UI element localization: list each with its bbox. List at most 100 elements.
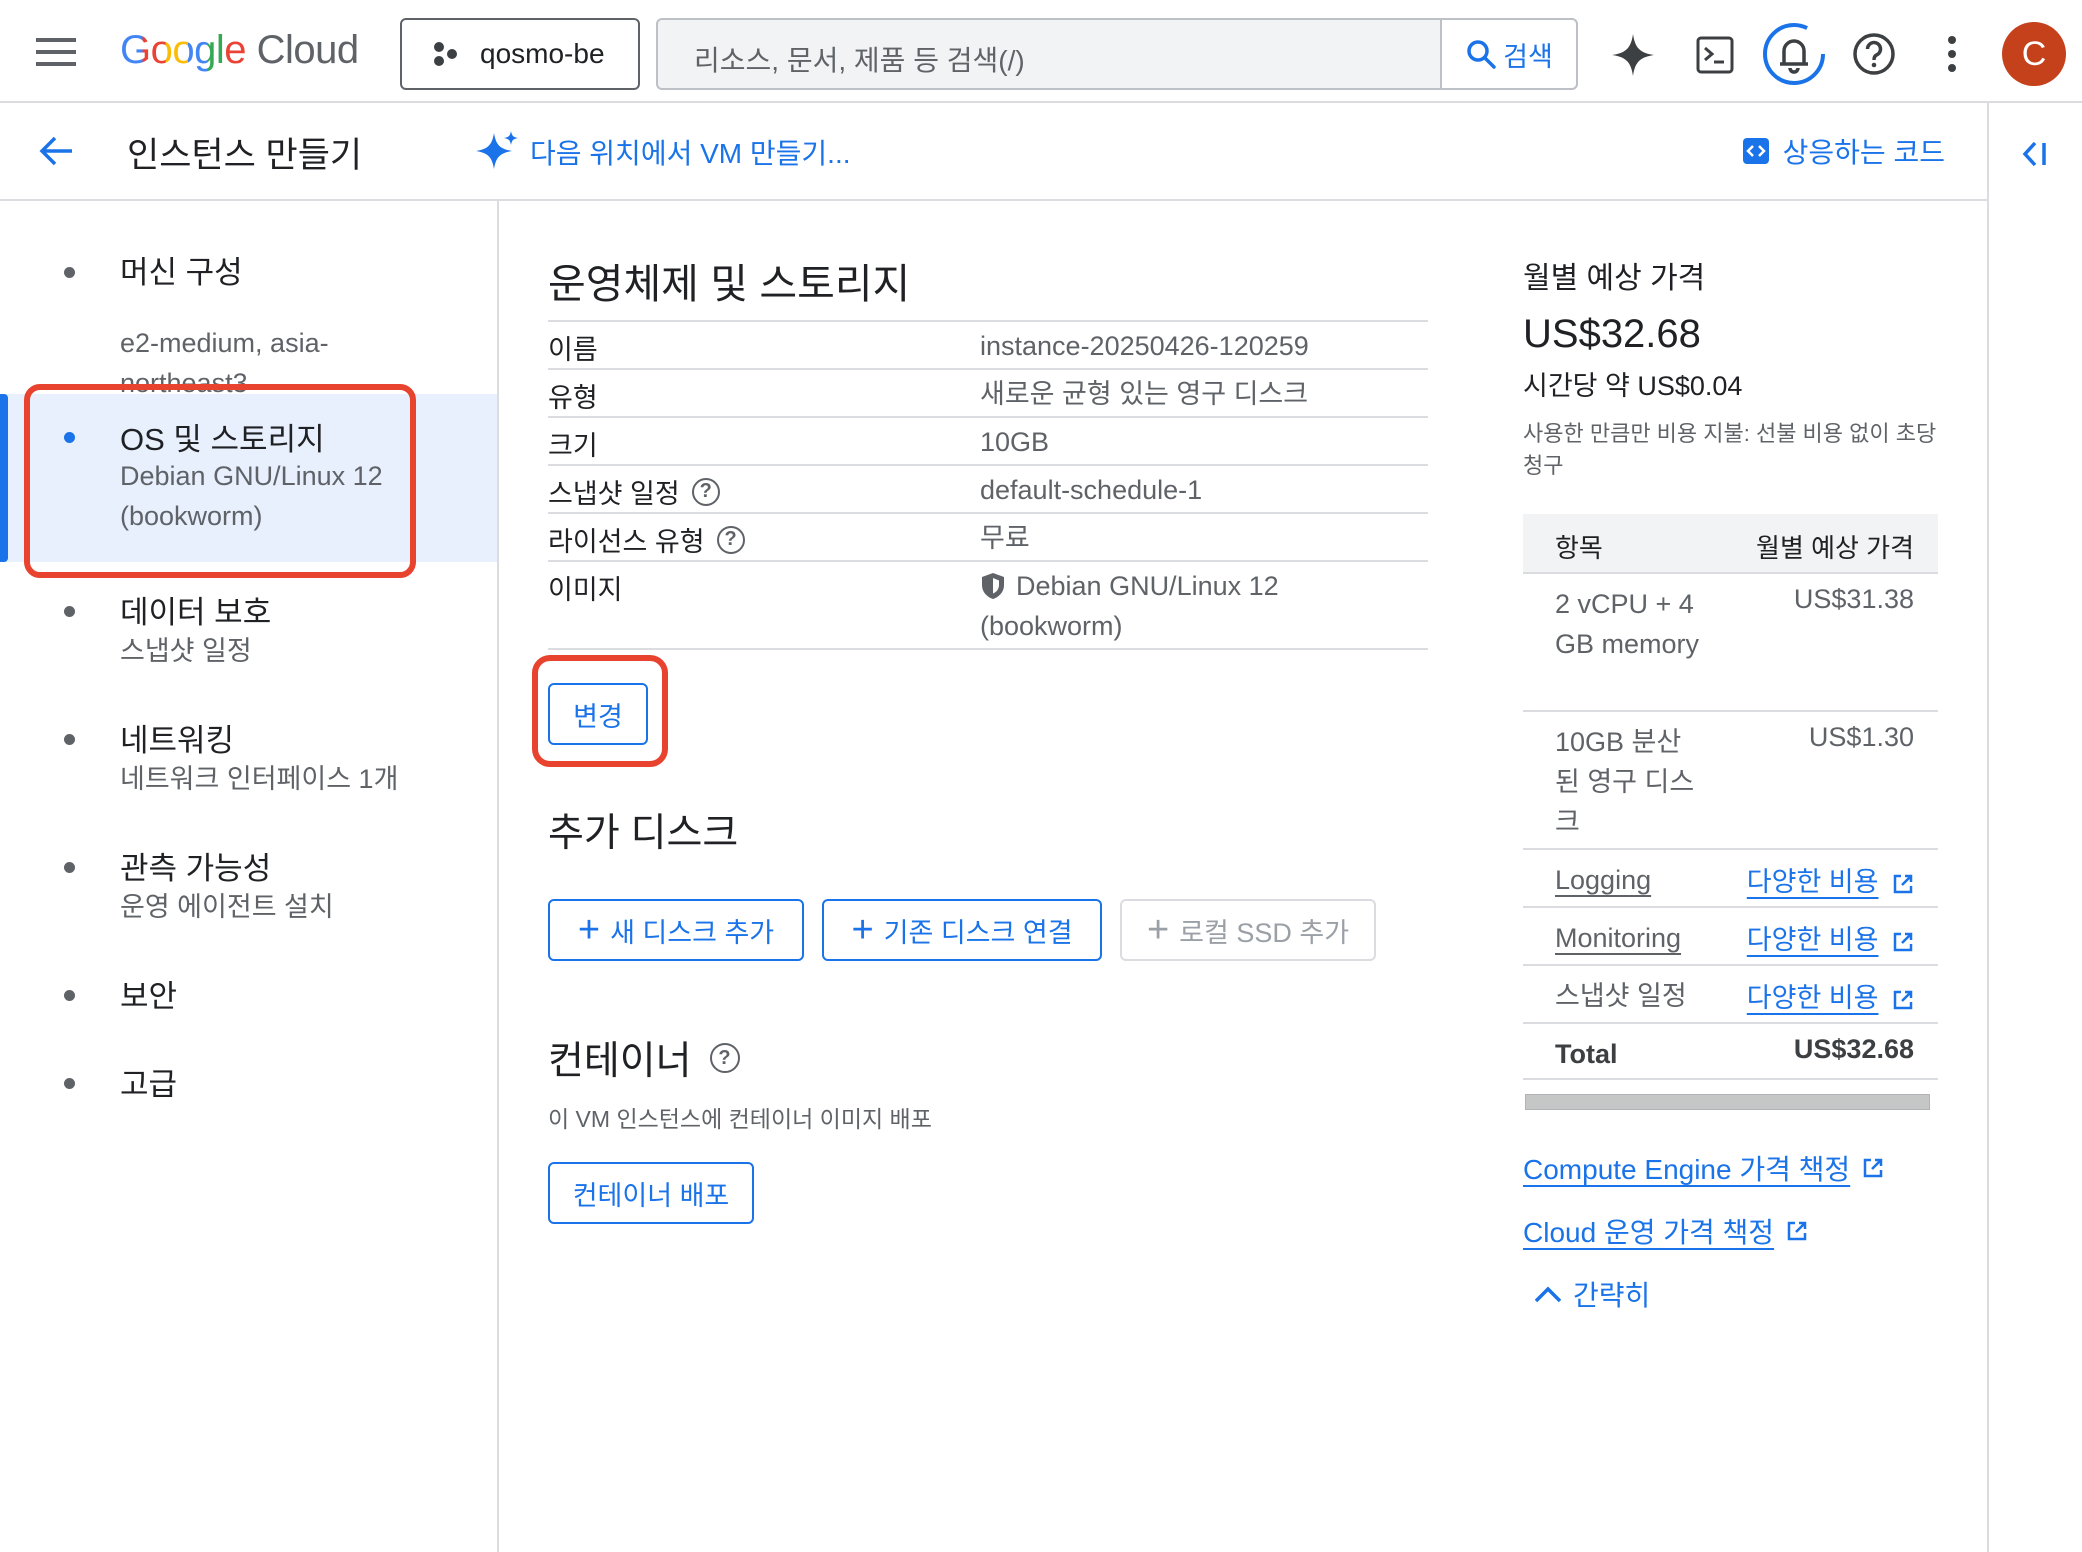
price-value-link[interactable]: 다양한 비용 <box>1747 976 1914 1015</box>
equivalent-code-label: 상응하는 코드 <box>1782 137 1945 168</box>
sparkle-icon <box>474 129 520 175</box>
add-local-ssd-label: 로컬 SSD 추가 <box>1179 917 1350 948</box>
varies-link-label: 다양한 비용 <box>1746 983 1879 1013</box>
row-value: 10GB <box>980 427 1050 457</box>
active-indicator <box>0 394 8 562</box>
create-vm-from-link[interactable]: 다음 위치에서 VM 만들기... <box>474 129 851 175</box>
pricing-scrollbar[interactable] <box>1525 1094 1930 1110</box>
pricing-hourly: 시간당 약 US$0.04 <box>1523 371 1743 401</box>
nav-item-advanced[interactable]: 고급 <box>0 1043 497 1113</box>
extra-disk-heading: 추가 디스크 <box>548 812 739 855</box>
page-header: 인스턴스 만들기 다음 위치에서 VM 만들기... 상응하는 코드 <box>0 103 1987 201</box>
shield-icon <box>980 572 1006 600</box>
container-description: 이 VM 인스턴스에 컨테이너 이미지 배포 <box>548 1106 932 1132</box>
nav-item-observability[interactable]: 관측 가능성 운영 에이전트 설치 <box>0 827 497 937</box>
logging-link[interactable]: Logging <box>1555 860 1651 900</box>
right-side-panel-rail <box>1987 103 2082 1552</box>
pricing-table-header: 항목 월별 예상 가격 <box>1523 514 1938 572</box>
nav-item-sub: 네트워크 인터페이스 1개 <box>120 764 399 794</box>
nav-item-networking[interactable]: 네트워킹 네트워크 인터페이스 1개 <box>0 699 497 809</box>
deploy-container-button[interactable]: 컨테이너 배포 <box>548 1162 754 1224</box>
external-link-icon <box>1893 932 1913 952</box>
nav-item-data-protection[interactable]: 데이터 보호 스냅샷 일정 <box>0 571 497 681</box>
nav-item-title: 네트워킹 <box>120 723 235 758</box>
logo-cloud-text: Cloud <box>256 28 360 72</box>
varies-link-label: 다양한 비용 <box>1746 925 1879 955</box>
nav-item-title: 고급 <box>120 1067 178 1102</box>
nav-item-sub: 운영 에이전트 설치 <box>120 892 334 922</box>
price-item: 스냅샷 일정 <box>1555 981 1687 1011</box>
compute-engine-pricing-link[interactable]: Compute Engine 가격 책정 <box>1523 1148 1884 1188</box>
notifications-bell-icon[interactable] <box>1762 22 1826 86</box>
search-button[interactable]: 검색 <box>1440 20 1576 88</box>
table-row: 라이선스 유형 ? 무료 <box>548 512 1428 560</box>
price-value: US$1.30 <box>1808 722 1914 752</box>
logo-google-text: Google <box>120 28 246 72</box>
row-value: 새로운 균형 있는 영구 디스크 <box>980 379 1309 409</box>
pricing-title: 월별 예상 가격 <box>1523 262 1706 295</box>
attach-existing-disk-label: 기존 디스크 연결 <box>883 917 1073 948</box>
attach-existing-disk-button[interactable]: + 기존 디스크 연결 <box>822 899 1102 961</box>
image-name-line2: (bookworm) <box>980 611 1123 641</box>
total-label: Total <box>1555 1039 1618 1069</box>
external-link-icon <box>1893 990 1913 1010</box>
external-link-icon <box>1893 874 1913 894</box>
price-value: US$31.38 <box>1793 584 1914 614</box>
nav-item-title: 머신 구성 <box>120 255 243 290</box>
nav-bullet <box>64 267 75 278</box>
add-new-disk-button[interactable]: + 새 디스크 추가 <box>548 899 804 961</box>
more-vert-icon[interactable] <box>1946 34 1958 74</box>
plus-icon: + <box>577 909 601 951</box>
monitoring-link[interactable]: Monitoring <box>1555 918 1681 958</box>
gemini-sparkle-icon[interactable] <box>1610 32 1656 78</box>
row-key: 이미지 <box>548 575 623 605</box>
project-picker-button[interactable]: qosmo-be <box>400 18 640 90</box>
row-key: 유형 <box>548 383 598 413</box>
compute-engine-pricing-label: Compute Engine 가격 책정 <box>1523 1154 1851 1185</box>
help-circle-icon[interactable]: ? <box>691 477 720 506</box>
help-circle-icon[interactable]: ? <box>709 1043 740 1073</box>
plus-icon: + <box>1146 909 1170 951</box>
nav-bullet <box>64 990 75 1001</box>
nav-item-sub: 스냅샷 일정 <box>120 636 252 666</box>
highlight-box <box>24 384 416 578</box>
cloud-ops-pricing-link[interactable]: Cloud 운영 가격 책정 <box>1523 1211 1808 1251</box>
account-avatar[interactable]: C <box>2002 22 2066 86</box>
collapse-button[interactable]: 간략히 <box>1533 1274 1650 1314</box>
help-icon[interactable] <box>1852 32 1896 76</box>
project-icon <box>430 39 460 69</box>
cloud-shell-icon[interactable] <box>1696 36 1734 74</box>
total-value: US$32.68 <box>1793 1034 1914 1064</box>
pricing-total: US$32.68 <box>1523 312 1701 356</box>
google-cloud-logo[interactable]: Google Cloud <box>120 28 359 73</box>
price-item: 2 vCPU + 4 GB memory <box>1555 589 1700 659</box>
col-price-header: 월별 예상 가격 <box>1756 533 1914 563</box>
search-input[interactable]: 리소스, 문서, 제품 등 검색(/) <box>694 39 1025 79</box>
help-circle-icon[interactable]: ? <box>716 525 745 554</box>
price-value-link[interactable]: 다양한 비용 <box>1747 860 1914 899</box>
code-icon <box>1742 138 1769 164</box>
image-name-line1: Debian GNU/Linux 12 <box>1016 571 1279 601</box>
collapse-panel-icon[interactable] <box>2019 139 2049 169</box>
back-arrow-icon[interactable] <box>38 133 74 169</box>
table-row: 스냅샷 일정 다양한 비용 <box>1523 964 1938 1022</box>
equivalent-code-link[interactable]: 상응하는 코드 <box>1742 131 1945 171</box>
add-local-ssd-button[interactable]: + 로컬 SSD 추가 <box>1120 899 1376 961</box>
table-row: 이름 instance-20250426-120259 <box>548 320 1428 368</box>
os-storage-heading: 운영체제 및 스토리지 <box>548 261 911 307</box>
cloud-ops-pricing-label: Cloud 운영 가격 책정 <box>1523 1217 1775 1248</box>
row-value: default-schedule-1 <box>980 475 1203 505</box>
chevron-up-icon <box>1534 1286 1562 1303</box>
search-bar[interactable]: 리소스, 문서, 제품 등 검색(/) 검색 <box>656 18 1578 90</box>
add-new-disk-label: 새 디스크 추가 <box>610 917 775 948</box>
nav-item-machine-config[interactable]: 머신 구성 e2-medium, asia-northeast3 <box>0 231 497 398</box>
main-menu-icon[interactable] <box>36 36 76 68</box>
search-icon <box>1465 38 1497 70</box>
nav-item-title: 데이터 보호 <box>120 595 272 630</box>
table-row-total: Total US$32.68 <box>1523 1022 1938 1080</box>
table-row: 2 vCPU + 4 GB memory US$31.38 <box>1523 572 1938 710</box>
table-row: Monitoring 다양한 비용 <box>1523 906 1938 964</box>
nav-item-security[interactable]: 보안 <box>0 955 497 1025</box>
table-row: 이미지 Debian GNU/Linux 12 (bookworm) <box>548 560 1428 650</box>
price-value-link[interactable]: 다양한 비용 <box>1747 918 1914 957</box>
